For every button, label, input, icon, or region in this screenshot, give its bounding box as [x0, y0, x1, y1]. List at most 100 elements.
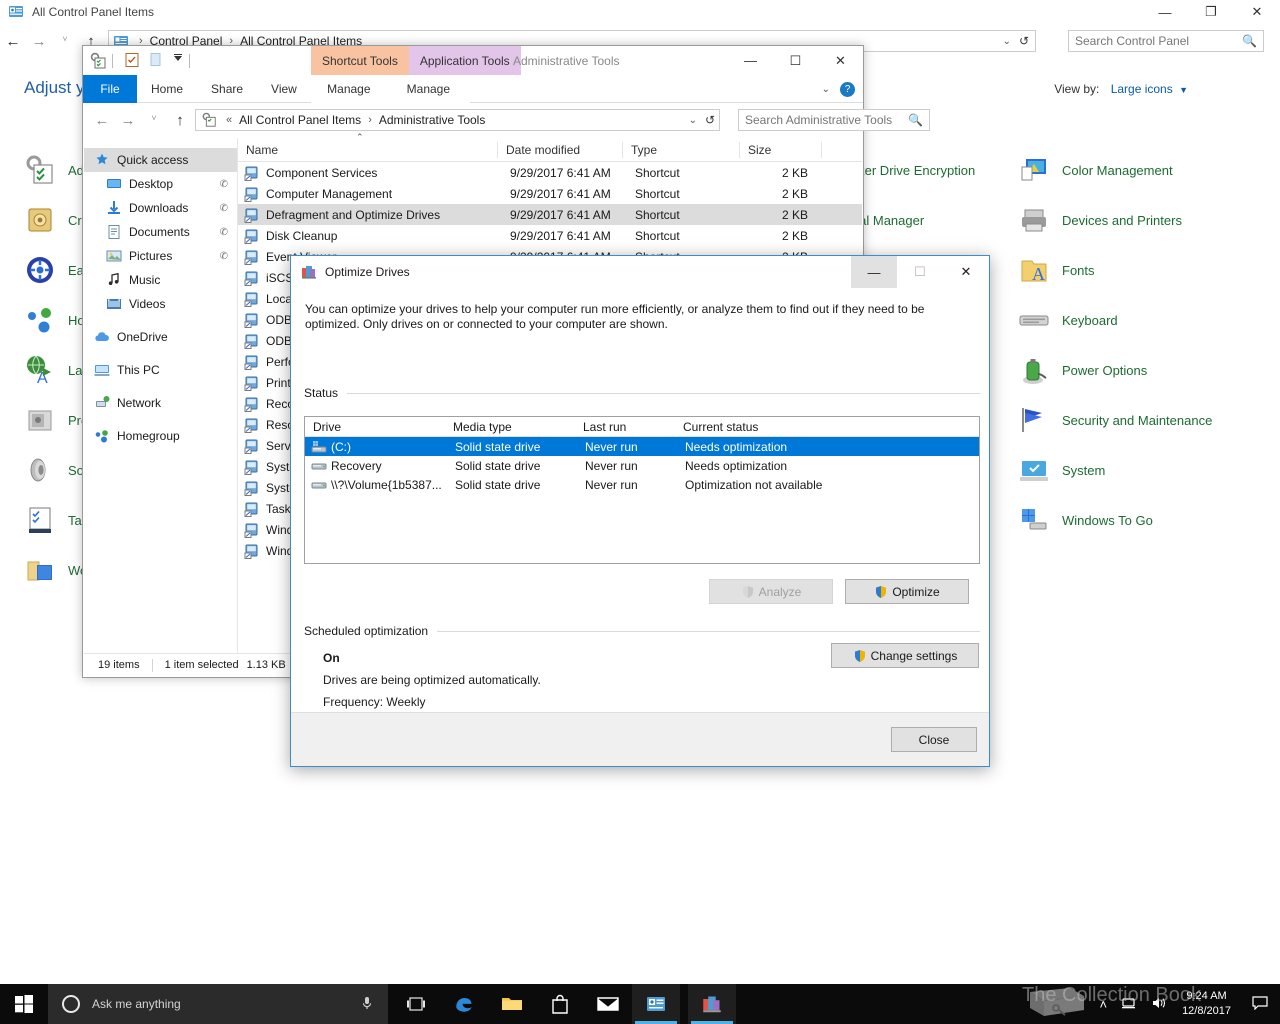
back-button[interactable]: ←: [89, 112, 115, 129]
control-panel-item[interactable]: System: [1018, 445, 1212, 495]
control-panel-item[interactable]: Power Options: [1018, 345, 1212, 395]
file-explorer-icon[interactable]: [488, 984, 536, 1024]
tab-file[interactable]: File: [83, 75, 137, 103]
drive-row[interactable]: \\?\Volume{1b5387... Solid state drive Nev…: [305, 475, 979, 494]
sidebar-item-desktop[interactable]: Desktop ✆: [84, 172, 237, 196]
change-settings-button[interactable]: Change settings: [831, 643, 979, 668]
breadcrumb-all-control-panel-items[interactable]: All Control Panel Items: [237, 113, 363, 127]
maximize-button[interactable]: ❐: [1188, 0, 1234, 24]
action-center-icon[interactable]: [1252, 995, 1268, 1013]
optimize-button[interactable]: Optimize: [845, 579, 969, 604]
tab-manage-application[interactable]: Manage: [386, 75, 470, 103]
analyze-button[interactable]: Analyze: [709, 579, 833, 604]
clock[interactable]: 9:24 AM 12/8/2017: [1182, 989, 1231, 1019]
minimize-button[interactable]: —: [728, 46, 773, 75]
properties-icon[interactable]: [124, 52, 142, 70]
sidebar-item-onedrive[interactable]: OneDrive: [84, 325, 237, 349]
control-panel-item[interactable]: Devices and Printers: [1018, 195, 1212, 245]
column-header-current-status[interactable]: Current status: [675, 417, 875, 437]
volume-icon[interactable]: [1151, 996, 1167, 1013]
sidebar-item-videos[interactable]: Videos: [84, 292, 237, 316]
tab-share[interactable]: Share: [197, 75, 257, 103]
address-dropdown-chevron-icon[interactable]: ⌄: [1003, 36, 1011, 47]
breadcrumb-administrative-tools[interactable]: Administrative Tools: [377, 113, 488, 127]
forward-button[interactable]: →: [115, 112, 141, 129]
minimize-button[interactable]: —: [851, 256, 897, 288]
sidebar-item-network[interactable]: Network: [84, 391, 237, 415]
drive-row[interactable]: (C:) Solid state drive Never run Needs opti…: [305, 437, 979, 456]
sidebar-item-downloads[interactable]: Downloads ✆: [84, 196, 237, 220]
sidebar-item-homegroup[interactable]: Homegroup: [84, 424, 237, 448]
refresh-icon[interactable]: ↺: [705, 113, 715, 127]
admin-tools-icon[interactable]: [89, 52, 107, 70]
column-header-date-modified[interactable]: Date modified: [498, 138, 623, 162]
control-panel-item[interactable]: Credential Manager: [810, 195, 924, 245]
tab-manage-shortcut[interactable]: Manage: [310, 75, 387, 103]
pin-icon[interactable]: ✆: [220, 179, 228, 190]
control-panel-item[interactable]: A Fonts: [1018, 245, 1212, 295]
close-button[interactable]: ✕: [818, 46, 863, 75]
control-panel-item[interactable]: BitLocker Drive Encryption: [822, 145, 975, 195]
control-panel-item[interactable]: Security and Maintenance: [1018, 395, 1212, 445]
column-header-type[interactable]: Type: [623, 138, 740, 162]
control-panel-item[interactable]: Windows To Go: [1018, 495, 1212, 545]
sidebar-item-this-pc[interactable]: This PC: [84, 358, 237, 382]
pin-icon[interactable]: ✆: [220, 203, 228, 214]
control-panel-search-input[interactable]: Search Control Panel 🔍: [1068, 30, 1264, 52]
microphone-icon[interactable]: [360, 995, 374, 1014]
help-icon[interactable]: ?: [840, 81, 855, 97]
sidebar-item-documents[interactable]: Documents ✆: [84, 220, 237, 244]
search-input[interactable]: Ask me anything: [48, 984, 388, 1024]
windows-start-icon[interactable]: [0, 984, 48, 1024]
refresh-icon[interactable]: ↺: [1019, 34, 1029, 48]
column-header-size[interactable]: Size: [740, 138, 822, 162]
sidebar-item-pictures[interactable]: Pictures ✆: [84, 244, 237, 268]
address-dropdown-chevron-icon[interactable]: ⌄: [689, 115, 697, 126]
contextual-tab-shortcut-tools[interactable]: Shortcut Tools: [311, 46, 409, 75]
drive-row[interactable]: Recovery Solid state drive Never run Needs …: [305, 456, 979, 475]
close-button[interactable]: ✕: [1234, 0, 1280, 24]
new-folder-icon[interactable]: [148, 52, 166, 70]
close-button[interactable]: ✕: [943, 256, 989, 288]
control-panel-taskbar-icon[interactable]: [632, 984, 680, 1024]
optimize-drives-taskbar-icon[interactable]: [688, 984, 736, 1024]
recent-locations-button[interactable]: ⱽ: [52, 36, 78, 47]
drives-listbox[interactable]: Drive Media type Last run Current status…: [304, 416, 980, 564]
store-icon[interactable]: [536, 984, 584, 1024]
back-button[interactable]: ←: [0, 33, 26, 50]
table-row[interactable]: Defragment and Optimize Drives 9/29/2017 …: [238, 204, 862, 225]
forward-button[interactable]: →: [26, 33, 52, 50]
column-header-name[interactable]: Name ⌃: [238, 132, 498, 162]
edge-icon[interactable]: [440, 984, 488, 1024]
view-by-value[interactable]: Large icons: [1111, 82, 1173, 96]
table-row[interactable]: Disk Cleanup 9/29/2017 6:41 AM Shortcut 2 K…: [238, 225, 862, 246]
column-header-media-type[interactable]: Media type: [445, 417, 575, 437]
tab-home[interactable]: Home: [137, 75, 197, 103]
sidebar-item-quick-access[interactable]: Quick access: [84, 148, 237, 172]
view-by-control[interactable]: View by: Large icons ▼: [1054, 82, 1188, 96]
control-panel-item[interactable]: Color Management: [1018, 145, 1212, 195]
table-row[interactable]: Component Services 9/29/2017 6:41 AM Short…: [238, 162, 862, 183]
maximize-button[interactable]: ☐: [897, 256, 943, 288]
chevron-down-icon[interactable]: ⌄: [822, 84, 830, 95]
task-view-icon[interactable]: [392, 984, 440, 1024]
minimize-button[interactable]: —: [1142, 0, 1188, 24]
table-row[interactable]: Computer Management 9/29/2017 6:41 AM Shor…: [238, 183, 862, 204]
close-button[interactable]: Close: [891, 727, 977, 752]
mail-icon[interactable]: [584, 984, 632, 1024]
sidebar-item-music[interactable]: Music: [84, 268, 237, 292]
contextual-tab-application-tools[interactable]: Application Tools: [408, 46, 521, 75]
show-hidden-icons-icon[interactable]: ˄: [1099, 997, 1107, 1012]
tab-view[interactable]: View: [257, 75, 311, 103]
column-header-last-run[interactable]: Last run: [575, 417, 675, 437]
control-panel-item[interactable]: Keyboard: [1018, 295, 1212, 345]
address-prefix[interactable]: «: [221, 114, 237, 126]
explorer-search-input[interactable]: Search Administrative Tools 🔍: [738, 109, 930, 131]
maximize-button[interactable]: ☐: [773, 46, 818, 75]
chevron-down-icon[interactable]: ▼: [1179, 85, 1188, 95]
column-header-drive[interactable]: Drive: [305, 417, 445, 437]
network-icon[interactable]: [1121, 996, 1137, 1013]
customize-caret-icon[interactable]: [172, 52, 184, 70]
explorer-address-bar[interactable]: « All Control Panel Items › Administrati…: [195, 109, 720, 131]
up-button[interactable]: ↑: [167, 112, 193, 129]
